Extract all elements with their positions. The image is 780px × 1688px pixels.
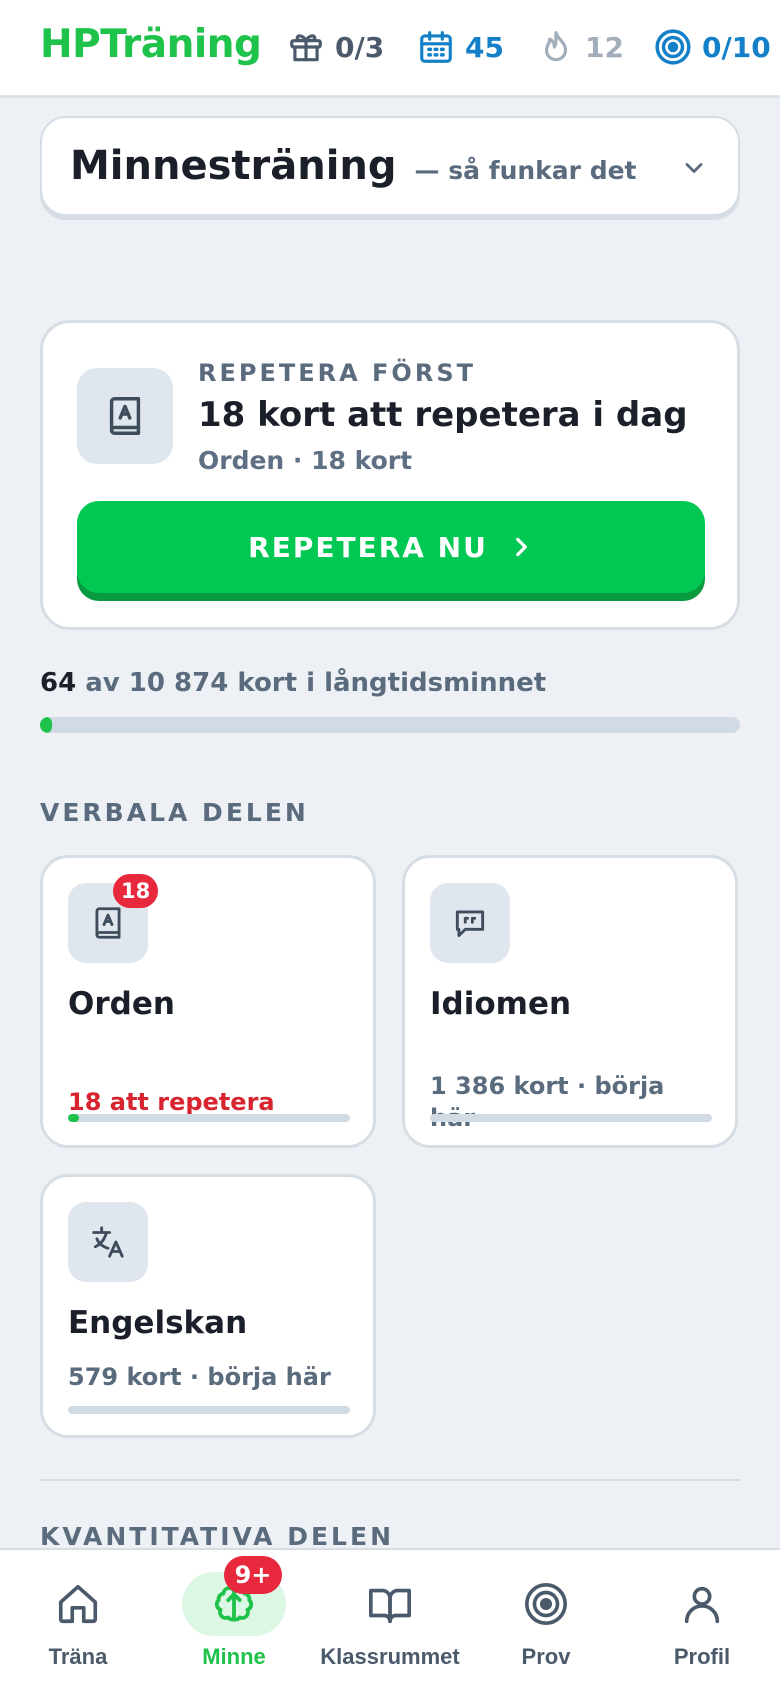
open-book-icon xyxy=(369,1588,411,1624)
nav-label: Profil xyxy=(673,1644,731,1669)
chevron-down-icon xyxy=(685,163,703,173)
bottom-nav: Träna 9+ Minne Klassrummet Prov Profil xyxy=(0,1548,780,1688)
nav-icon-wrap: 9+ xyxy=(182,1556,286,1636)
deck-icon-tile xyxy=(68,1202,148,1282)
longterm-count: 64 xyxy=(40,668,77,698)
nav-item-prov[interactable]: Prov xyxy=(468,1550,624,1688)
nav-item-profil[interactable]: Profil xyxy=(624,1550,780,1688)
nav-label: Minne xyxy=(202,1644,266,1669)
intro-title: Minnesträning xyxy=(70,143,397,189)
longterm-progress-fill xyxy=(40,717,52,733)
nav-label: Klassrummet xyxy=(320,1644,460,1669)
nav-item-minne[interactable]: 9+ Minne xyxy=(156,1550,312,1688)
review-meta: Orden · 18 kort xyxy=(198,446,413,475)
target-icon xyxy=(655,29,691,65)
review-now-button[interactable]: REPETERA NU xyxy=(77,501,705,593)
chevron-right-icon xyxy=(515,537,527,557)
top-bar: HPTräning 0/3 45 12 0/10 xyxy=(0,0,780,98)
deck-status: 579 kort · börja här xyxy=(68,1363,331,1391)
calendar-count: 45 xyxy=(465,30,504,64)
user-icon xyxy=(684,1586,720,1624)
deck-progress-bar xyxy=(430,1114,712,1122)
deck-card-idiomen[interactable]: Idiomen 1 386 kort · börja här xyxy=(402,855,738,1148)
brand-logo[interactable]: HPTräning xyxy=(40,22,262,67)
streak-stat[interactable]: 12 xyxy=(537,24,624,70)
calendar-icon xyxy=(420,31,452,63)
longterm-summary: 64 av 10 874 kort i långtidsminnet xyxy=(40,668,546,698)
section-heading-verbal: VERBALA DELEN xyxy=(40,798,309,827)
nav-icon-wrap xyxy=(650,1572,754,1636)
deck-status: 1 386 kort · börja här xyxy=(430,1072,665,1132)
nav-icon-wrap xyxy=(338,1572,442,1636)
nav-item-klassrummet[interactable]: Klassrummet xyxy=(312,1550,468,1688)
review-card: REPETERA FÖRST 18 kort att repetera i da… xyxy=(40,320,740,630)
review-kicker: REPETERA FÖRST xyxy=(198,359,476,387)
review-icon-tile xyxy=(77,368,173,464)
deck-progress-bar xyxy=(68,1406,350,1414)
nav-label: Prov xyxy=(521,1644,571,1669)
gift-icon xyxy=(290,34,322,62)
notification-badge: 9+ xyxy=(224,1556,282,1594)
section-heading-quant: KVANTITATIVA DELEN xyxy=(40,1522,394,1551)
flame-icon xyxy=(544,31,568,62)
deck-title: Orden xyxy=(68,986,175,1022)
gifts-count: 0/3 xyxy=(335,30,385,64)
review-now-label: REPETERA NU xyxy=(248,530,488,564)
book-icon xyxy=(109,397,141,435)
calendar-stat[interactable]: 45 xyxy=(417,24,504,70)
nav-icon-wrap xyxy=(26,1572,130,1636)
intro-dropdown[interactable]: Minnesträning — så funkar det xyxy=(40,116,740,216)
quote-bubble-icon xyxy=(455,910,485,938)
deck-title: Idiomen xyxy=(430,986,572,1022)
deck-progress-bar xyxy=(68,1114,350,1122)
due-count-badge: 18 xyxy=(113,874,159,908)
nav-icon-wrap xyxy=(494,1572,598,1636)
section-divider xyxy=(40,1479,740,1481)
deck-card-engelskan[interactable]: Engelskan 579 kort · börja här xyxy=(40,1174,376,1438)
goal-count: 0/10 xyxy=(702,30,771,64)
home-icon xyxy=(58,1584,98,1624)
deck-progress-fill xyxy=(68,1114,80,1122)
review-title: 18 kort att repetera i dag xyxy=(198,395,688,435)
book-icon xyxy=(95,907,121,939)
target-icon xyxy=(525,1583,567,1625)
nav-item-trana[interactable]: Träna xyxy=(0,1550,156,1688)
intro-subtitle: — så funkar det xyxy=(414,155,637,185)
streak-count: 12 xyxy=(585,30,624,64)
gifts-stat[interactable]: 0/3 xyxy=(287,24,384,70)
longterm-progress-bar xyxy=(40,717,740,733)
deck-icon-tile xyxy=(430,883,510,963)
deck-card-orden[interactable]: 18 Orden 18 att repetera xyxy=(40,855,376,1148)
translate-icon xyxy=(92,1226,124,1258)
deck-title: Engelskan xyxy=(68,1305,248,1341)
longterm-text: av 10 874 kort i långtidsminnet xyxy=(85,668,547,698)
nav-label: Träna xyxy=(48,1644,108,1669)
goal-stat[interactable]: 0/10 xyxy=(654,24,771,70)
